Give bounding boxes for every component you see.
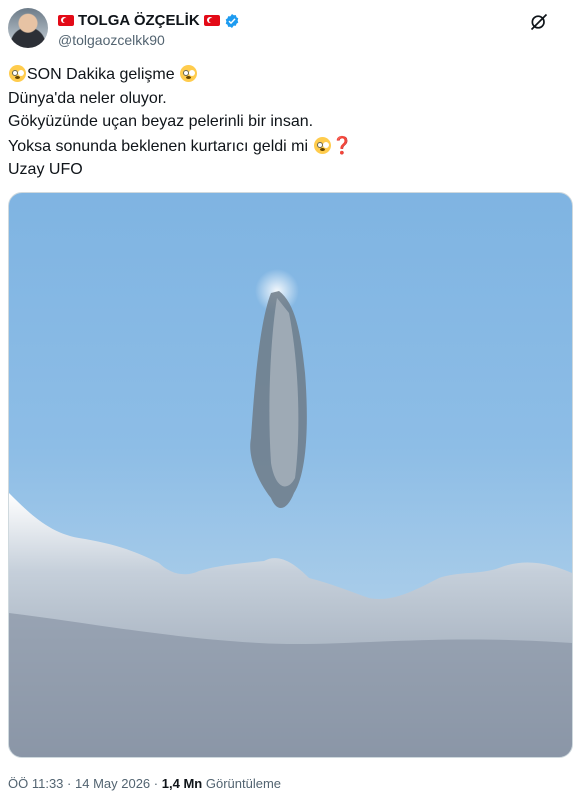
tweet-line-4: Yoksa sonunda beklenen kurtarıcı geldi m… — [8, 134, 568, 159]
grok-icon[interactable] — [529, 12, 549, 32]
views-label: Görüntüleme — [205, 776, 282, 791]
tweet-media-image[interactable] — [8, 192, 573, 758]
tweet-meta: ÖÖ 11:33 · 14 May 2026 · 1,4 Mn Görüntül… — [8, 776, 281, 791]
views-count: 1,4 Mn — [161, 776, 203, 791]
tweet-line-5: Uzay UFO — [8, 161, 83, 178]
sky-figure-illustration — [9, 269, 572, 757]
tweet-date[interactable]: 14 May 2026 — [75, 776, 150, 791]
author-display-name[interactable]: TOLGA ÖZÇELİK — [78, 12, 200, 29]
tweet-line-text: SON Dakika gelişme — [27, 66, 175, 83]
tweet-time[interactable]: ÖÖ 11:33 — [8, 776, 63, 791]
turkey-flag-icon — [203, 15, 220, 26]
tweet-line-text: Yoksa sonunda beklenen kurtarıcı geldi m… — [8, 137, 309, 155]
flushed-face-emoji — [180, 65, 198, 82]
turkey-flag-icon — [58, 15, 74, 26]
avatar[interactable] — [8, 8, 48, 48]
verified-badge-icon — [225, 13, 238, 28]
tweet-line-1: SON Dakika gelişme — [8, 63, 568, 87]
tweet-text: SON Dakika gelişme Dünya'da neler oluyor… — [8, 63, 568, 182]
tweet-line-3: Gökyüzünde uçan beyaz pelerinli bir insa… — [8, 113, 314, 130]
tweet-header: TOLGA ÖZÇELİK @tolgaozcelkk90 — [8, 8, 569, 52]
separator: · — [67, 776, 72, 791]
author-name-row[interactable]: TOLGA ÖZÇELİK — [58, 12, 240, 29]
question-mark-icon: ❓ — [331, 135, 353, 155]
separator: · — [153, 776, 159, 791]
flushed-face-emoji — [9, 65, 26, 82]
flushed-face-emoji — [313, 136, 331, 154]
tweet-line-2: Dünya'da neler oluyor. — [8, 89, 167, 107]
author-handle[interactable]: @tolgaozcelkk90 — [58, 32, 165, 48]
